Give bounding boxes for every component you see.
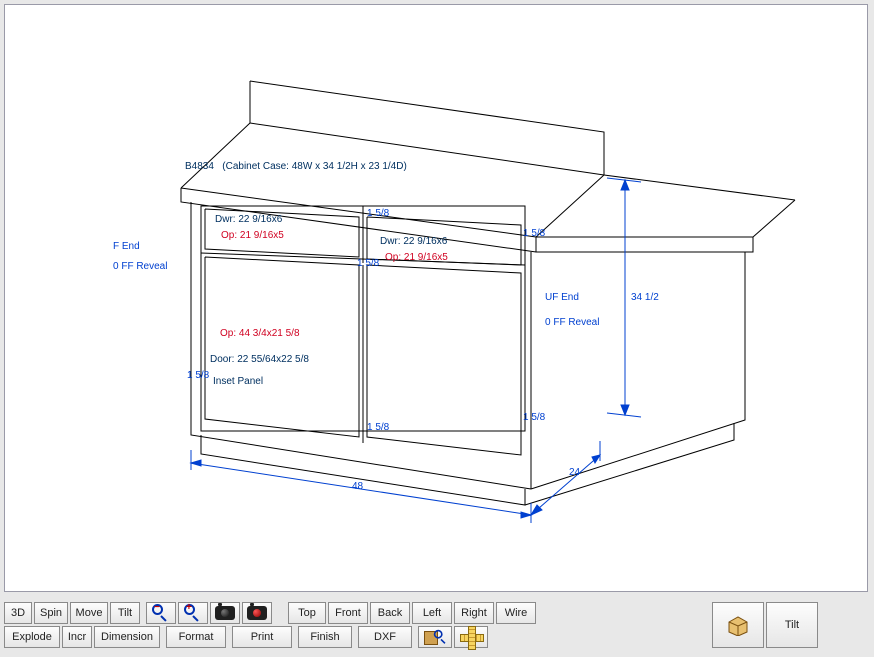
reveal-right: 1 5/8: [523, 412, 545, 423]
app-root: B4834 (Cabinet Case: 48W x 34 1/2H x 23 …: [0, 0, 874, 657]
dim-width: 48: [352, 481, 363, 492]
measure-tool-button[interactable]: [454, 626, 488, 648]
cabinet-wireframe: [5, 5, 868, 592]
left-end-label: F End: [113, 241, 140, 252]
snapshot-button[interactable]: [210, 602, 240, 624]
tilt-big-button[interactable]: Tilt: [766, 602, 818, 648]
toolbar: 3D Spin Move Tilt − + Top Front Back Lef…: [0, 598, 874, 657]
explode-button[interactable]: Explode: [4, 626, 60, 648]
dim-height: 34 1/2: [631, 292, 659, 303]
print-button[interactable]: Print: [232, 626, 292, 648]
tilt-big-label: Tilt: [785, 619, 799, 631]
top-view-button[interactable]: Top: [288, 602, 326, 624]
dim-depth: 24: [569, 467, 580, 478]
drawer-left-op: Op: 21 9/16x5: [221, 230, 284, 241]
incr-button[interactable]: Incr: [62, 626, 92, 648]
threed-button[interactable]: 3D: [4, 602, 32, 624]
left-view-button[interactable]: Left: [412, 602, 452, 624]
spin-button[interactable]: Spin: [34, 602, 68, 624]
drawer-right-dwr: Dwr: 22 9/16x6: [380, 236, 447, 247]
format-button[interactable]: Format: [166, 626, 226, 648]
door-op: Op: 44 3/4x21 5/8: [220, 328, 300, 339]
left-ffreveal-label: 0 FF Reveal: [113, 261, 167, 272]
camera-icon: [215, 606, 235, 620]
reveal-bottom: 1 5/8: [367, 422, 389, 433]
reveal-top: 1 5/8: [367, 208, 389, 219]
ruler-cross-icon: [460, 626, 482, 648]
dimension-button[interactable]: Dimension: [94, 626, 160, 648]
box-icon: [725, 614, 751, 636]
dxf-button[interactable]: DXF: [358, 626, 412, 648]
drawing-canvas[interactable]: B4834 (Cabinet Case: 48W x 34 1/2H x 23 …: [4, 4, 868, 592]
record-button[interactable]: [242, 602, 272, 624]
reveal-right-top: 1 5/8: [523, 228, 545, 239]
cabinet-id: B4834 (Cabinet Case: 48W x 34 1/2H x 23 …: [185, 161, 407, 172]
finish-button[interactable]: Finish: [298, 626, 352, 648]
camera-record-icon: [247, 606, 267, 620]
zoom-out-icon: −: [152, 604, 170, 622]
right-ffreveal-label: 0 FF Reveal: [545, 317, 599, 328]
wire-button[interactable]: Wire: [496, 602, 536, 624]
move-button[interactable]: Move: [70, 602, 108, 624]
right-end-label: UF End: [545, 292, 579, 303]
zoom-in-button[interactable]: +: [178, 602, 208, 624]
reveal-left: 1 5/8: [187, 370, 209, 381]
zoom-out-button[interactable]: −: [146, 602, 176, 624]
door-size: Door: 22 55/64x22 5/8: [210, 354, 309, 365]
door-inset: Inset Panel: [213, 376, 263, 387]
box-big-button[interactable]: [712, 602, 764, 648]
search-cube-icon: [424, 628, 446, 646]
search-tool-button[interactable]: [418, 626, 452, 648]
tilt-button[interactable]: Tilt: [110, 602, 140, 624]
right-view-button[interactable]: Right: [454, 602, 494, 624]
drawer-left-dwr: Dwr: 22 9/16x6: [215, 214, 282, 225]
zoom-in-icon: +: [184, 604, 202, 622]
reveal-mid: 1 5/8: [357, 258, 379, 269]
front-view-button[interactable]: Front: [328, 602, 368, 624]
drawer-right-op: Op: 21 9/16x5: [385, 252, 448, 263]
back-view-button[interactable]: Back: [370, 602, 410, 624]
